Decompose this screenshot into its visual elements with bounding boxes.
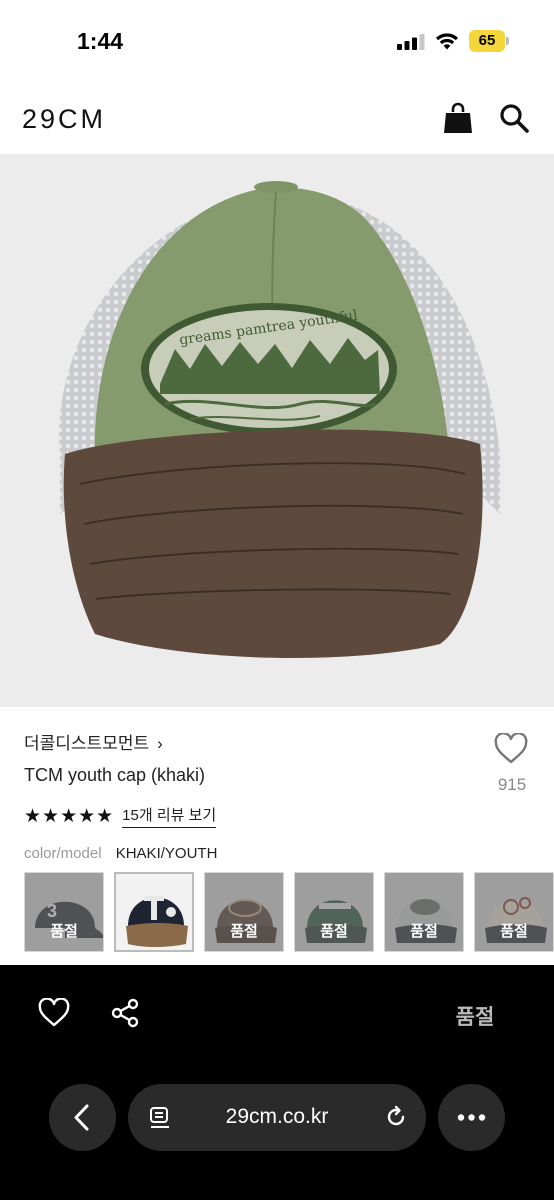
bottom-bar: 품절 29cm.co.kr [0, 965, 554, 1200]
battery-level: 65 [478, 32, 496, 49]
review-link[interactable]: 15개 리뷰 보기 [122, 804, 217, 828]
option-label: color/model [24, 845, 102, 862]
option-row: color/model KHAKI/YOUTH [24, 845, 217, 862]
soldout-badge: 품절 [410, 923, 438, 940]
chevron-left-icon [74, 1104, 89, 1131]
heart-outline-icon[interactable] [38, 998, 70, 1028]
star-rating: ★★★★★ [24, 805, 115, 827]
share-icon[interactable] [110, 998, 140, 1028]
more-button[interactable] [438, 1084, 505, 1151]
app-header: 29CM [0, 82, 554, 154]
soldout-badge: 품절 [500, 923, 528, 940]
battery-indicator: 65 [469, 30, 509, 52]
back-button[interactable] [49, 1084, 116, 1151]
brand-link[interactable]: 더콜디스트모먼트 › [24, 729, 163, 754]
heart-icon[interactable] [494, 733, 528, 765]
rating-row: ★★★★★ 15개 리뷰 보기 [24, 803, 217, 829]
option-thumb[interactable]: 품절 [204, 872, 284, 952]
cellular-signal-icon [397, 34, 425, 50]
option-thumbnails: 3 품절 품절 품절 품절 품절 [24, 872, 554, 952]
logo-29cm[interactable]: 29CM [22, 104, 106, 135]
brand-name: 더콜디스트모먼트 [24, 734, 150, 753]
chevron-right-icon: › [157, 734, 163, 753]
product-image[interactable]: greams pamtrea youthful [0, 154, 554, 707]
bag-icon[interactable] [443, 102, 473, 134]
soldout-badge: 품절 [230, 923, 258, 940]
soldout-badge: 품절 [50, 923, 78, 940]
wifi-icon [436, 33, 458, 50]
url-text: 29cm.co.kr [225, 1105, 329, 1128]
like-count: 915 [497, 775, 527, 794]
reload-icon[interactable] [384, 1105, 408, 1129]
option-thumb-selected[interactable] [114, 872, 194, 952]
soldout-badge: 품절 [320, 923, 348, 940]
option-thumb[interactable]: 3 품절 [24, 872, 104, 952]
address-bar[interactable]: 29cm.co.kr [128, 1084, 426, 1151]
more-dots-icon [457, 1114, 486, 1121]
option-thumb[interactable]: 품절 [474, 872, 554, 952]
status-bar: 1:44 65 [0, 0, 554, 82]
soldout-button[interactable]: 품절 [430, 1001, 520, 1031]
option-thumb[interactable]: 품절 [294, 872, 374, 952]
status-time: 1:44 [77, 28, 124, 54]
option-value: KHAKI/YOUTH [115, 845, 218, 862]
search-icon[interactable] [499, 103, 529, 133]
product-name: TCM youth cap (khaki) [24, 765, 206, 785]
option-thumb[interactable]: 품절 [384, 872, 464, 952]
